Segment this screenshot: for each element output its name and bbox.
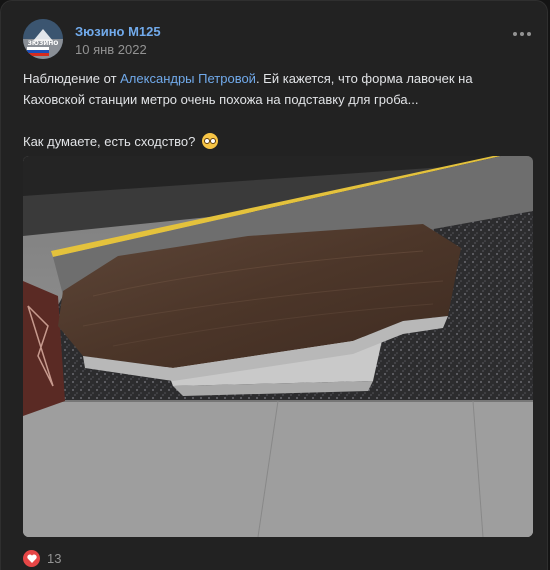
likes-count: 13	[47, 551, 62, 566]
like-button[interactable]: 13	[23, 550, 61, 567]
mention-link[interactable]: Александры Петровой	[120, 71, 256, 86]
avatar[interactable]: ЗЮЗИНО	[23, 19, 63, 59]
post-photo[interactable]	[23, 156, 533, 537]
heart-icon	[23, 550, 40, 567]
post-text: Наблюдение от Александры Петровой. Ей ка…	[23, 68, 528, 152]
author-name[interactable]: Зюзино М125	[75, 24, 161, 39]
more-icon[interactable]	[513, 32, 531, 36]
post-paragraph-1: Наблюдение от Александры Петровой. Ей ка…	[23, 68, 528, 110]
post-card: ЗЮЗИНО Зюзино М125 10 янв 2022 Наблюдени…	[0, 0, 548, 570]
emoji-icon	[202, 133, 219, 149]
post-paragraph-2: Как думаете, есть сходство?	[23, 131, 528, 152]
text-before-link: Наблюдение от	[23, 71, 121, 86]
question-text: Как думаете, есть сходство?	[23, 134, 196, 149]
avatar-logo-text: ЗЮЗИНО	[28, 40, 59, 47]
post-date[interactable]: 10 янв 2022	[75, 42, 147, 57]
